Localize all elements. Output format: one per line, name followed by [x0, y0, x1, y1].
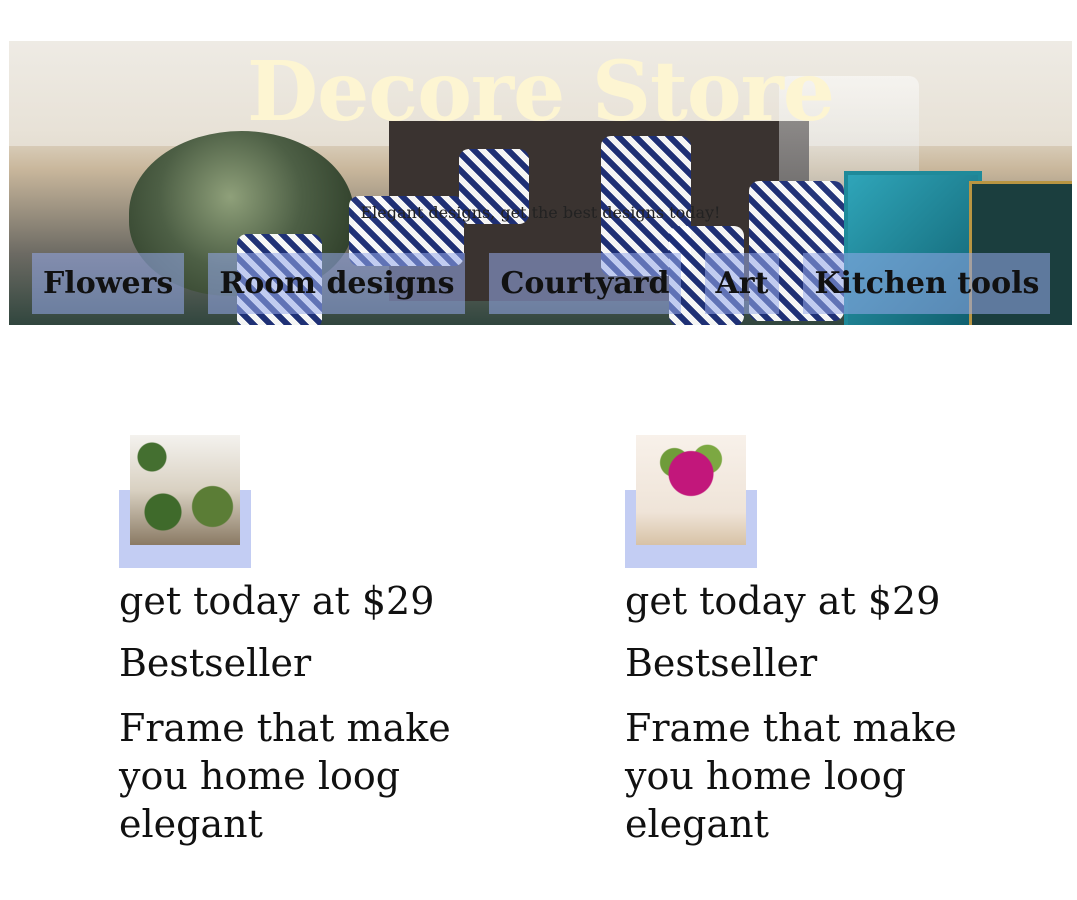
- product-card: get today at $29 Bestseller Frame that m…: [119, 435, 479, 848]
- site-tagline: Elegant designs, get the best designs to…: [360, 203, 721, 222]
- main-nav: Flowers Room designs Courtyard Art Kitch…: [32, 253, 1051, 314]
- nav-item-courtyard[interactable]: Courtyard: [489, 253, 681, 314]
- site-title: Decore Store: [247, 44, 835, 140]
- product-price: get today at $29: [119, 579, 435, 623]
- product-badge: Bestseller: [119, 641, 312, 685]
- product-description: Frame that make you home loog elegant: [119, 706, 451, 846]
- nav-item-room-designs[interactable]: Room designs: [208, 253, 466, 314]
- product-price: get today at $29: [625, 579, 941, 623]
- product-card: get today at $29 Bestseller Frame that m…: [625, 435, 985, 848]
- product-description: Frame that make you home loog elegant: [625, 706, 957, 846]
- nav-item-flowers[interactable]: Flowers: [32, 253, 185, 314]
- product-image-wrap[interactable]: [119, 435, 251, 568]
- nav-item-kitchen-tools[interactable]: Kitchen tools: [803, 253, 1051, 314]
- nav-item-art[interactable]: Art: [704, 253, 780, 314]
- product-image[interactable]: [636, 435, 746, 545]
- product-badge: Bestseller: [625, 641, 818, 685]
- product-image[interactable]: [130, 435, 240, 545]
- product-image-wrap[interactable]: [625, 435, 757, 568]
- hero-banner: Decore Store Elegant designs, get the be…: [9, 41, 1072, 325]
